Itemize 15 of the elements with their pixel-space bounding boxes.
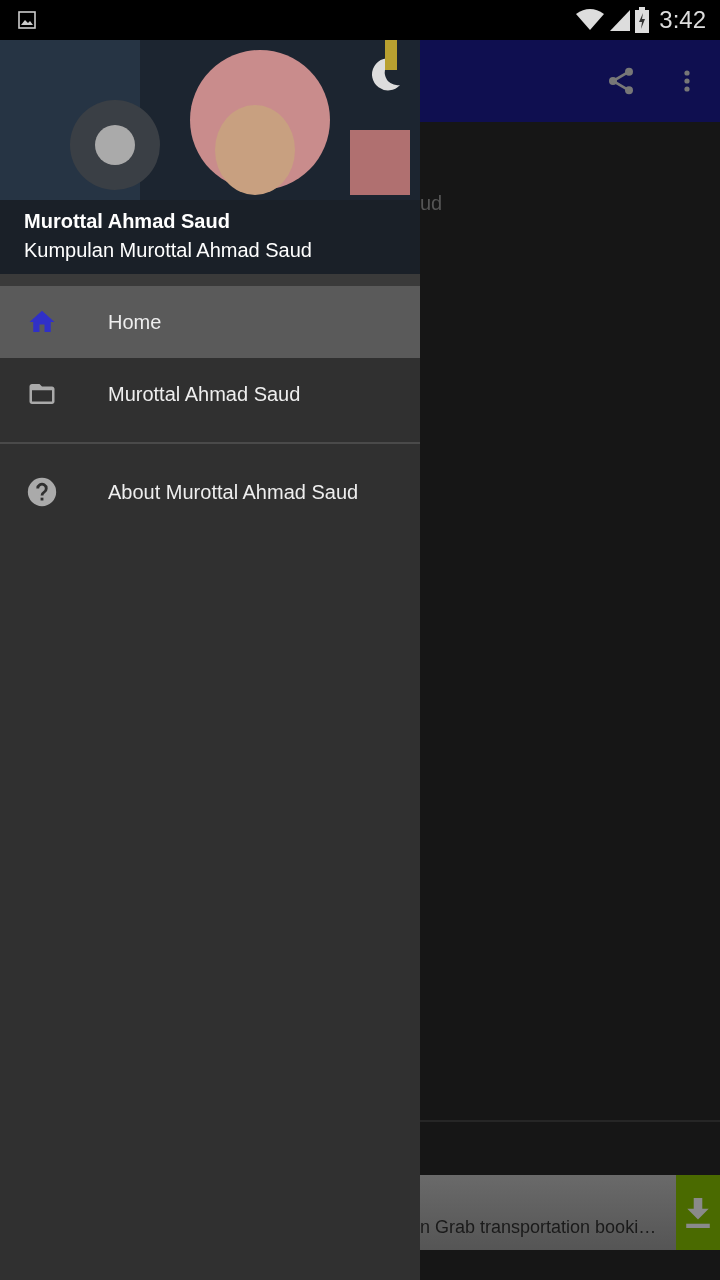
- ad-text: n Grab transportation booki…: [420, 1217, 658, 1239]
- wifi-icon: [575, 8, 606, 32]
- help-icon: [25, 475, 59, 509]
- menu-item[interactable]: Murottal Ahmad Saud: [0, 358, 420, 430]
- content-text: ud: [420, 192, 443, 214]
- menu-item[interactable]: Home: [0, 286, 420, 358]
- more-icon[interactable]: [683, 68, 691, 94]
- drawer-title: Murottal Ahmad Saud: [24, 210, 231, 233]
- clock-time: 3:42: [659, 6, 706, 34]
- battery-icon: [635, 7, 650, 33]
- download-icon: [685, 1197, 711, 1228]
- menu-item[interactable]: About Murottal Ahmad Saud: [0, 456, 420, 528]
- drawer-subtitle: Kumpulan Murottal Ahmad Saud: [24, 239, 312, 262]
- picture-notification-icon: [17, 10, 37, 30]
- signal-icon: [609, 8, 632, 32]
